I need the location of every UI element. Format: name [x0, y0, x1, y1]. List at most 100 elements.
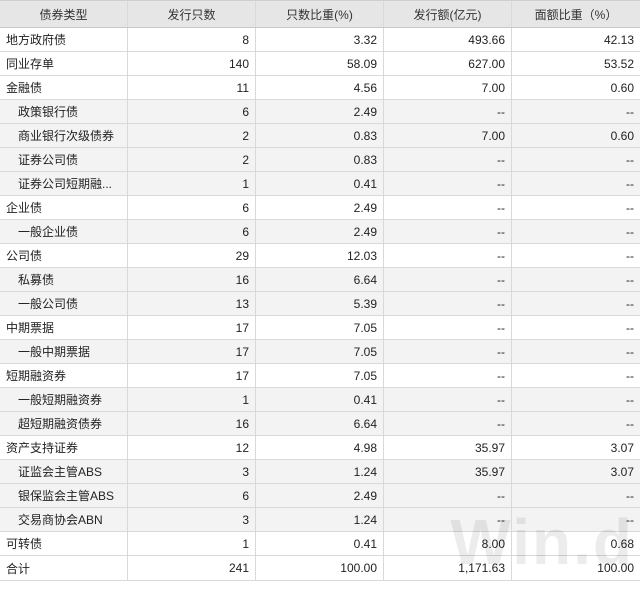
- header-amount-share[interactable]: 面额比重（%）: [512, 1, 640, 27]
- total-amount-share: 100.00: [597, 561, 634, 575]
- table-row[interactable]: 金融债 11 4.56 7.00 0.60: [0, 76, 640, 100]
- table-row[interactable]: 一般企业债 6 2.49 -- --: [0, 220, 640, 244]
- cell-issue-count: 1: [128, 532, 256, 555]
- cell-amount-share: --: [626, 512, 634, 527]
- cell-count-share: 4.56: [256, 76, 384, 99]
- header-issue-amount[interactable]: 发行额(亿元): [384, 1, 512, 27]
- cell-amount-share: 3.07: [610, 464, 634, 479]
- total-count-share: 100.00: [256, 556, 384, 580]
- table-row[interactable]: 地方政府债 8 3.32 493.66 42.13: [0, 28, 640, 52]
- cell-count-share: 58.09: [256, 52, 384, 75]
- table-row[interactable]: 同业存单 140 58.09 627.00 53.52: [0, 52, 640, 76]
- cell-count-share: 1.24: [256, 460, 384, 483]
- cell-issue-amount: 8.00: [384, 532, 512, 555]
- table-row[interactable]: 短期融资券 17 7.05 -- --: [0, 364, 640, 388]
- cell-count-share: 1.24: [256, 508, 384, 531]
- cell-amount-share: --: [626, 488, 634, 503]
- cell-amount-share: 53.52: [603, 56, 634, 71]
- table-row[interactable]: 可转债 1 0.41 8.00 0.68: [0, 532, 640, 556]
- cell-issue-count: 17: [128, 364, 256, 387]
- cell-count-share: 7.05: [256, 340, 384, 363]
- cell-issue-amount: --: [384, 364, 512, 387]
- cell-issue-count: 11: [128, 76, 256, 99]
- cell-bond-type: 私募债: [0, 268, 128, 291]
- cell-amount-share: --: [626, 296, 634, 311]
- cell-issue-count: 2: [128, 124, 256, 147]
- cell-count-share: 0.83: [256, 124, 384, 147]
- table-header: 债券类型 发行只数 只数比重(%) 发行额(亿元) 面额比重（%）: [0, 1, 640, 28]
- cell-issue-amount: --: [384, 148, 512, 171]
- cell-bond-type: 一般短期融资券: [0, 388, 128, 411]
- cell-amount-share: 3.07: [610, 440, 634, 455]
- cell-bond-type: 资产支持证券: [0, 436, 128, 459]
- table-row[interactable]: 中期票据 17 7.05 -- --: [0, 316, 640, 340]
- table-row[interactable]: 商业银行次级债券 2 0.83 7.00 0.60: [0, 124, 640, 148]
- cell-issue-count: 1: [128, 172, 256, 195]
- table-row[interactable]: 公司债 29 12.03 -- --: [0, 244, 640, 268]
- total-label: 合计: [0, 556, 128, 580]
- cell-amount-share: --: [626, 248, 634, 263]
- cell-bond-type: 商业银行次级债券: [0, 124, 128, 147]
- table-row[interactable]: 私募债 16 6.64 -- --: [0, 268, 640, 292]
- cell-issue-amount: --: [384, 196, 512, 219]
- table-row[interactable]: 交易商协会ABN 3 1.24 -- --: [0, 508, 640, 532]
- cell-issue-amount: --: [384, 508, 512, 531]
- header-issue-count[interactable]: 发行只数: [128, 1, 256, 27]
- cell-count-share: 3.32: [256, 28, 384, 51]
- cell-bond-type: 一般企业债: [0, 220, 128, 243]
- header-bond-type[interactable]: 债券类型: [0, 1, 128, 27]
- header-count-share[interactable]: 只数比重(%): [256, 1, 384, 27]
- cell-count-share: 0.41: [256, 388, 384, 411]
- table-row[interactable]: 证券公司债 2 0.83 -- --: [0, 148, 640, 172]
- cell-bond-type: 证券公司债: [0, 148, 128, 171]
- cell-issue-count: 6: [128, 100, 256, 123]
- cell-issue-amount: 627.00: [384, 52, 512, 75]
- cell-amount-share: --: [626, 344, 634, 359]
- cell-issue-amount: 35.97: [384, 460, 512, 483]
- cell-issue-count: 12: [128, 436, 256, 459]
- cell-count-share: 7.05: [256, 316, 384, 339]
- cell-amount-share: --: [626, 176, 634, 191]
- cell-issue-amount: --: [384, 268, 512, 291]
- table-row[interactable]: 一般公司债 13 5.39 -- --: [0, 292, 640, 316]
- cell-issue-amount: --: [384, 244, 512, 267]
- table-row[interactable]: 一般短期融资券 1 0.41 -- --: [0, 388, 640, 412]
- table-row[interactable]: 一般中期票据 17 7.05 -- --: [0, 340, 640, 364]
- cell-bond-type: 公司债: [0, 244, 128, 267]
- cell-issue-count: 17: [128, 340, 256, 363]
- cell-issue-amount: --: [384, 412, 512, 435]
- cell-issue-count: 3: [128, 508, 256, 531]
- cell-issue-amount: --: [384, 292, 512, 315]
- cell-issue-amount: --: [384, 388, 512, 411]
- cell-count-share: 5.39: [256, 292, 384, 315]
- cell-amount-share: --: [626, 320, 634, 335]
- cell-count-share: 0.41: [256, 532, 384, 555]
- cell-issue-count: 2: [128, 148, 256, 171]
- cell-issue-count: 29: [128, 244, 256, 267]
- table-row[interactable]: 超短期融资债券 16 6.64 -- --: [0, 412, 640, 436]
- table-row[interactable]: 银保监会主管ABS 6 2.49 -- --: [0, 484, 640, 508]
- cell-issue-count: 1: [128, 388, 256, 411]
- cell-amount-share: --: [626, 272, 634, 287]
- cell-amount-share: --: [626, 224, 634, 239]
- cell-issue-count: 6: [128, 220, 256, 243]
- cell-bond-type: 短期融资券: [0, 364, 128, 387]
- cell-bond-type: 企业债: [0, 196, 128, 219]
- cell-issue-count: 16: [128, 412, 256, 435]
- cell-issue-count: 13: [128, 292, 256, 315]
- table-row[interactable]: 资产支持证券 12 4.98 35.97 3.07: [0, 436, 640, 460]
- total-amount: 1,171.63: [384, 556, 512, 580]
- cell-bond-type: 可转债: [0, 532, 128, 555]
- table-row[interactable]: 企业债 6 2.49 -- --: [0, 196, 640, 220]
- cell-amount-share: --: [626, 368, 634, 383]
- cell-bond-type: 政策银行债: [0, 100, 128, 123]
- cell-issue-count: 17: [128, 316, 256, 339]
- cell-amount-share: 0.60: [610, 128, 634, 143]
- table-row[interactable]: 证监会主管ABS 3 1.24 35.97 3.07: [0, 460, 640, 484]
- cell-bond-type: 银保监会主管ABS: [0, 484, 128, 507]
- table-row[interactable]: 政策银行债 6 2.49 -- --: [0, 100, 640, 124]
- cell-count-share: 7.05: [256, 364, 384, 387]
- cell-issue-count: 6: [128, 484, 256, 507]
- cell-count-share: 2.49: [256, 196, 384, 219]
- table-row[interactable]: 证券公司短期融... 1 0.41 -- --: [0, 172, 640, 196]
